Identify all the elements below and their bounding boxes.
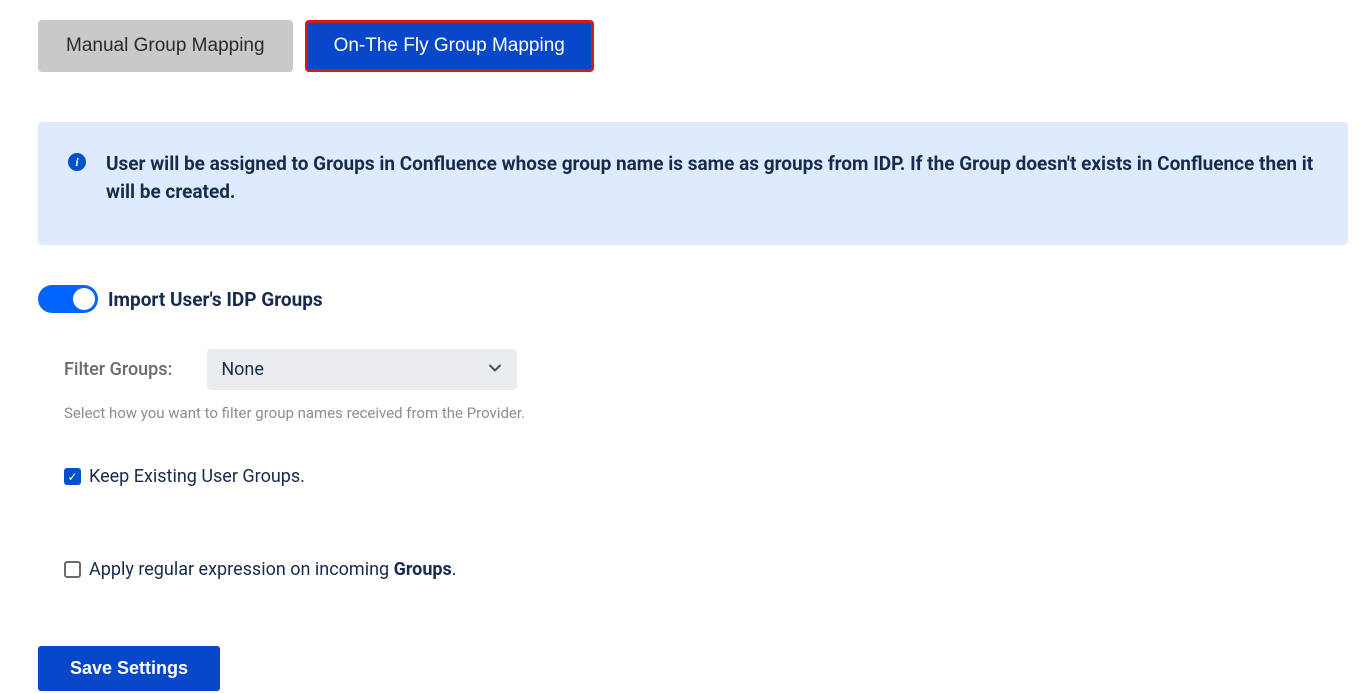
filter-groups-help: Select how you want to filter group name… (64, 404, 1352, 422)
filter-groups-row: Filter Groups: None (64, 349, 1352, 390)
info-text: User will be assigned to Groups in Confl… (106, 150, 1318, 205)
info-icon: i (68, 153, 86, 171)
filter-groups-label: Filter Groups: (64, 359, 172, 380)
keep-existing-groups-label: Keep Existing User Groups. (89, 466, 305, 487)
apply-regex-row: Apply regular expression on incoming Gro… (64, 559, 1352, 580)
apply-regex-label-bold: Groups (394, 559, 452, 580)
apply-regex-label: Apply regular expression on incoming Gro… (89, 559, 457, 580)
keep-existing-groups-row: ✓ Keep Existing User Groups. (64, 466, 1352, 487)
import-groups-label: Import User's IDP Groups (108, 288, 323, 311)
info-panel: i User will be assigned to Groups in Con… (38, 122, 1348, 245)
save-settings-button[interactable]: Save Settings (38, 646, 220, 691)
chevron-down-icon (487, 360, 503, 380)
toggle-knob (73, 288, 95, 310)
import-groups-toggle[interactable] (38, 285, 98, 313)
form-section: Filter Groups: None Select how you want … (38, 349, 1352, 691)
tab-on-the-fly-group-mapping[interactable]: On-The Fly Group Mapping (305, 20, 594, 72)
import-groups-row: Import User's IDP Groups (38, 285, 1352, 313)
keep-existing-groups-checkbox[interactable]: ✓ (64, 468, 81, 485)
apply-regex-checkbox[interactable] (64, 561, 81, 578)
apply-regex-label-pre: Apply regular expression on incoming (89, 559, 394, 580)
apply-regex-label-post: . (452, 559, 457, 580)
filter-groups-value: None (221, 359, 264, 380)
tab-bar: Manual Group Mapping On-The Fly Group Ma… (38, 20, 1352, 72)
tab-manual-group-mapping[interactable]: Manual Group Mapping (38, 20, 293, 72)
check-icon: ✓ (67, 471, 77, 483)
filter-groups-select[interactable]: None (207, 349, 517, 390)
